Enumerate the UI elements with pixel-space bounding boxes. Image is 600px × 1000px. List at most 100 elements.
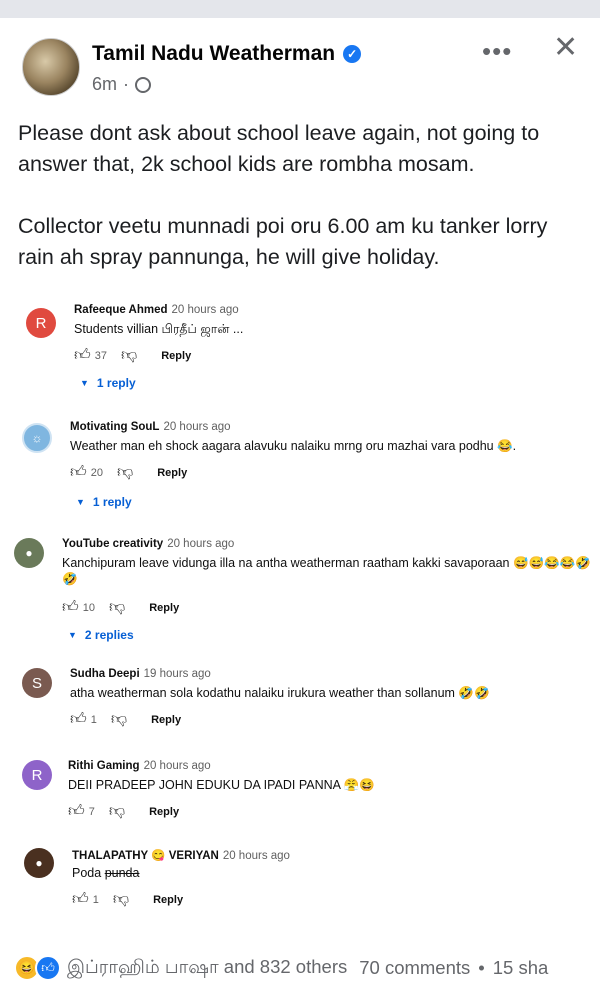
comment-time: 20 hours ago — [167, 538, 235, 550]
reply-button[interactable]: Reply — [149, 602, 179, 614]
thumbs-down-icon[interactable]: 👎︎ — [109, 802, 125, 821]
comment-actions: 👍︎ 1 👎︎ Reply — [70, 710, 181, 729]
reply-button[interactable]: Reply — [161, 350, 191, 362]
comment-actions: 👍︎ 7 👎︎ Reply — [68, 802, 179, 821]
comment-text: atha weatherman sola kodathu nalaiku iru… — [70, 686, 490, 700]
avatar-letter: R — [31, 766, 43, 784]
commenter-name-text: Motivating SouL — [70, 421, 160, 433]
like-count: 7 — [88, 805, 95, 818]
thumbs-down-icon[interactable]: 👎︎ — [109, 598, 125, 617]
comment-text: Poda punda — [72, 866, 139, 880]
commenter-name-text: Rafeeque Ahmed — [74, 304, 168, 316]
more-options-button[interactable]: ••• — [482, 36, 512, 67]
comment-text: Kanchipuram leave vidunga illa na antha … — [62, 556, 591, 570]
comment-text: Weather man eh shock aagara alavuku nala… — [70, 439, 517, 453]
verified-badge-icon: ✓ — [343, 45, 362, 63]
comment-time: 20 hours ago — [171, 304, 239, 316]
like-button[interactable]: 👍︎ 10 — [62, 598, 95, 617]
post-body: Please dont ask about school leave again… — [18, 118, 588, 304]
post-meta: 6m · — [92, 74, 152, 95]
like-count: 1 — [92, 893, 99, 906]
post-author[interactable]: Tamil Nadu Weatherman ✓ — [92, 42, 362, 66]
avatar-image-icon: ● — [25, 546, 33, 560]
commenter-avatar[interactable]: R — [26, 308, 56, 338]
reply-button[interactable]: Reply — [151, 714, 181, 726]
post-footer: 😆 👍︎ இப்ராஹிம் பாஷா and 832 others 70 co… — [0, 950, 600, 986]
comment-actions: 👍︎ 10 👎︎ Reply — [62, 598, 179, 617]
caret-down-icon: ▼ — [76, 497, 85, 507]
thumbs-up-icon: 👍︎ — [72, 891, 89, 908]
thumbs-down-icon[interactable]: 👎︎ — [111, 710, 127, 729]
like-button[interactable]: 👍︎ 20 — [70, 463, 103, 482]
thumbs-down-icon[interactable]: 👎︎ — [121, 346, 137, 365]
caret-down-icon: ▼ — [80, 378, 89, 388]
like-button[interactable]: 👍︎ 1 — [72, 890, 99, 909]
post-time[interactable]: 6m — [92, 74, 117, 95]
comment-text-continued: 🤣 — [62, 572, 78, 586]
avatar-letter: R — [35, 314, 47, 332]
reaction-icons[interactable]: 😆 👍︎ — [14, 955, 61, 981]
meta-dot: · — [123, 74, 130, 94]
post-paragraph: Please dont ask about school leave again… — [18, 121, 540, 176]
reactions-summary[interactable]: இப்ராஹிம் பாஷா and 832 others — [67, 956, 347, 980]
replies-count: 1 reply — [92, 495, 132, 509]
commenter-name[interactable]: THALAPATHY 😋 VERIYAN 20 hours ago — [72, 848, 290, 862]
thumbs-up-icon: 👍︎ — [62, 599, 79, 616]
reply-button[interactable]: Reply — [157, 467, 187, 479]
globe-icon — [135, 76, 152, 93]
commenter-avatar[interactable]: ● — [14, 538, 44, 568]
thumbs-up-icon: 👍︎ — [74, 347, 91, 364]
footer-bullet: • — [478, 957, 485, 978]
commenter-avatar[interactable]: ☼ — [22, 423, 52, 453]
commenter-name-text: THALAPATHY 😋 VERIYAN — [72, 850, 219, 862]
comment-text: DEII PRADEEP JOHN EDUKU DA IPADI PANNA 😤… — [68, 778, 375, 792]
commenter-name[interactable]: Sudha Deepi 19 hours ago — [70, 668, 211, 680]
comment-actions: 👍︎ 20 👎︎ Reply — [70, 463, 187, 482]
like-count: 1 — [90, 713, 97, 726]
commenter-avatar[interactable]: ● — [24, 848, 54, 878]
author-name[interactable]: Tamil Nadu Weatherman — [92, 42, 335, 66]
comment-actions: 👍︎ 1 👎︎ Reply — [72, 890, 183, 909]
like-button[interactable]: 👍︎ 37 — [74, 346, 107, 365]
like-button[interactable]: 👍︎ 1 — [70, 710, 97, 729]
comment-text-struck: punda — [104, 866, 140, 880]
post-paragraph: Collector veetu munnadi poi oru 6.00 am … — [18, 214, 548, 269]
comments-count[interactable]: 70 comments — [359, 957, 470, 979]
close-button[interactable]: ✕ — [553, 30, 578, 65]
commenter-name-text: Rithi Gaming — [68, 760, 140, 772]
thumbs-down-icon[interactable]: 👎︎ — [113, 890, 129, 909]
commenter-name[interactable]: Motivating SouL 20 hours ago — [70, 421, 231, 433]
commenter-avatar[interactable]: R — [22, 760, 52, 790]
comment-time: 20 hours ago — [143, 760, 211, 772]
comment-text-plain: Poda — [72, 866, 102, 880]
comment-actions: 👍︎ 37 👎︎ Reply — [74, 346, 191, 365]
thumbs-up-icon: 👍︎ — [68, 803, 85, 820]
thumbs-down-icon[interactable]: 👎︎ — [117, 463, 133, 482]
view-replies-link[interactable]: ▼ 2 replies — [68, 628, 134, 642]
like-count: 10 — [82, 601, 95, 614]
commenter-avatar[interactable]: S — [22, 668, 52, 698]
commenter-name[interactable]: Rafeeque Ahmed 20 hours ago — [74, 304, 239, 316]
view-replies-link[interactable]: ▼ 1 reply — [80, 376, 136, 390]
comment-text: Students villian பிரதீப் ஜான் ... — [74, 322, 244, 336]
like-button[interactable]: 👍︎ 7 — [68, 802, 95, 821]
reply-button[interactable]: Reply — [153, 894, 183, 906]
reply-button[interactable]: Reply — [149, 806, 179, 818]
commenter-name[interactable]: YouTube creativity 20 hours ago — [62, 538, 234, 550]
comment-time: 20 hours ago — [222, 850, 290, 862]
view-replies-link[interactable]: ▼ 1 reply — [76, 495, 132, 509]
replies-count: 2 replies — [84, 628, 134, 642]
like-reaction-icon: 👍︎ — [35, 955, 61, 981]
thumbs-up-icon: 👍︎ — [70, 711, 87, 728]
thumbs-up-icon: 👍︎ — [70, 464, 87, 481]
avatar-letter: S — [31, 674, 42, 692]
shares-count[interactable]: 15 sha — [493, 957, 549, 979]
top-bar — [0, 0, 600, 18]
comment-time: 19 hours ago — [143, 668, 211, 680]
replies-count: 1 reply — [96, 376, 136, 390]
commenter-name[interactable]: Rithi Gaming 20 hours ago — [68, 760, 211, 772]
author-avatar[interactable] — [22, 38, 80, 96]
caret-down-icon: ▼ — [68, 630, 77, 640]
comment-time: 20 hours ago — [163, 421, 231, 433]
avatar-image-icon: ● — [35, 856, 43, 870]
